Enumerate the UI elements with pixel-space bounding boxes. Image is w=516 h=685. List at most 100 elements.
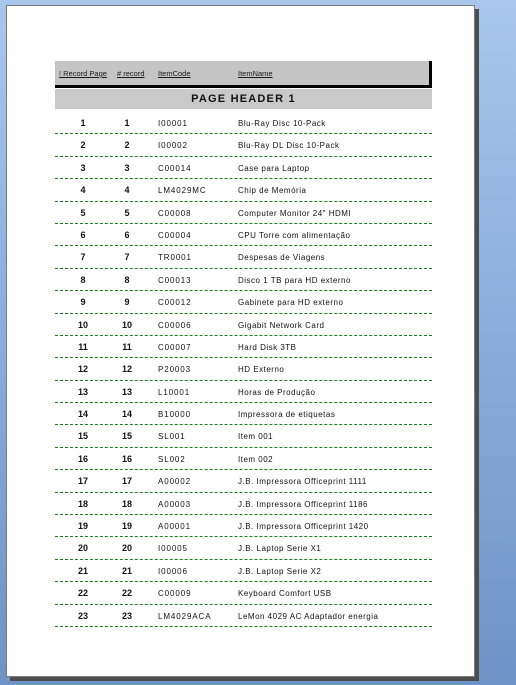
- row-item-name: J.B. Impressora Officeprint 1111: [238, 477, 367, 487]
- row-item-code: A00002: [158, 477, 191, 487]
- row-page-number: 4: [80, 185, 86, 196]
- row-record-number: 5: [124, 207, 130, 218]
- row-record-number: 19: [121, 521, 132, 532]
- row-page-number: 8: [80, 274, 86, 285]
- row-item-name: HD Externo: [238, 365, 285, 375]
- row-page-number: 18: [77, 498, 88, 509]
- row-item-code: C00007: [158, 342, 192, 352]
- table-row: 7 7 TR0001 Despesas de Viagens: [55, 246, 432, 269]
- table-row: 3 3 C00014 Case para Laptop: [55, 157, 432, 180]
- row-record-number: 21: [121, 565, 132, 576]
- table-row: 23 23 LM4029ACA LeMon 4029 AC Adaptador ene…: [55, 605, 432, 627]
- row-item-name: Impressora de etiquetas: [238, 410, 336, 420]
- table-row: 17 17 A00002 J.B. Impressora Officeprint 11…: [55, 470, 432, 493]
- row-page-number: 15: [77, 431, 88, 442]
- row-item-name: J.B. Laptop Serie X2: [238, 566, 322, 576]
- row-page-number: 20: [77, 543, 88, 554]
- row-page-number: 12: [77, 364, 88, 375]
- row-page-number: 17: [77, 476, 88, 487]
- row-item-code: SL001: [158, 432, 186, 442]
- table-row: 8 8 C00013 Disco 1 TB para HD externo: [55, 269, 432, 292]
- row-record-number: 8: [124, 274, 130, 285]
- row-item-code: B10000: [158, 410, 191, 420]
- row-item-code: I00006: [158, 566, 188, 576]
- row-record-number: 22: [121, 588, 132, 599]
- row-item-name: Computer Monitor 24" HDMI: [238, 208, 352, 218]
- row-item-code: C00008: [158, 208, 192, 218]
- table-row: 5 5 C00008 Computer Monitor 24" HDMI: [55, 202, 432, 224]
- row-item-name: LeMon 4029 AC Adaptador energia: [238, 611, 379, 621]
- row-record-number: 20: [121, 543, 132, 554]
- row-page-number: 16: [77, 453, 88, 464]
- row-record-number: 7: [124, 252, 130, 263]
- row-record-number: 18: [121, 498, 132, 509]
- row-item-code: L10001: [158, 387, 191, 397]
- row-item-code: C00014: [158, 163, 192, 173]
- row-item-name: Hard Disk 3TB: [238, 342, 297, 352]
- row-page-number: 6: [80, 229, 86, 240]
- table-row: 2 2 I00002 Blu-Ray DL Disc 10-Pack: [55, 134, 432, 157]
- row-record-number: 12: [121, 364, 132, 375]
- table-row: 4 4 LM4029MC Chip de Memória: [55, 179, 432, 202]
- row-item-code: C00012: [158, 298, 192, 308]
- row-item-name: Disco 1 TB para HD externo: [238, 275, 351, 285]
- table-row: 20 20 I00005 J.B. Laptop Serie X1: [55, 537, 432, 560]
- row-item-code: C00013: [158, 275, 192, 285]
- table-row: 1 1 I00001 Blu-Ray Disc 10-Pack: [55, 112, 432, 135]
- table-row: 15 15 SL001 Item 001: [55, 425, 432, 448]
- row-record-number: 10: [121, 319, 132, 330]
- table-row: 6 6 C00004 CPU Torre com alimentação: [55, 224, 432, 247]
- row-page-number: 23: [77, 610, 88, 621]
- row-item-name: Item 002: [238, 454, 274, 464]
- table-row: 18 18 A00003 J.B. Impressora Officeprint 11…: [55, 493, 432, 516]
- row-item-name: Chip de Memória: [238, 186, 307, 196]
- row-record-number: 17: [121, 476, 132, 487]
- row-record-number: 6: [124, 229, 130, 240]
- row-item-name: Horas de Produção: [238, 387, 316, 397]
- row-record-number: 23: [121, 610, 132, 621]
- row-item-code: A00001: [158, 522, 191, 532]
- row-item-code: C00004: [158, 230, 192, 240]
- row-item-code: I00001: [158, 119, 188, 128]
- row-page-number: 1: [80, 118, 86, 128]
- table-row: 19 19 A00001 J.B. Impressora Officeprint 14…: [55, 515, 432, 538]
- table-row: 16 16 SL002 Item 002: [55, 448, 432, 471]
- row-item-code: LM4029MC: [158, 186, 207, 196]
- row-page-number: 10: [77, 319, 88, 330]
- row-item-code: LM4029ACA: [158, 611, 212, 621]
- column-item-code: ItemCode: [158, 69, 191, 78]
- row-item-code: TR0001: [158, 253, 192, 263]
- row-record-number: 4: [124, 185, 130, 196]
- row-record-number: 1: [124, 118, 130, 128]
- row-record-number: 16: [121, 453, 132, 464]
- row-page-number: 9: [80, 297, 86, 308]
- row-page-number: 3: [80, 162, 86, 173]
- row-item-name: Gabinete para HD externo: [238, 298, 344, 308]
- table-row: 13 13 L10001 Horas de Produção: [55, 381, 432, 404]
- row-item-name: Case para Laptop: [238, 163, 310, 173]
- row-record-number: 15: [121, 431, 132, 442]
- table-row: 10 10 C00006 Gigabit Network Card: [55, 314, 432, 336]
- row-item-code: C00009: [158, 589, 192, 599]
- row-page-number: 5: [80, 207, 86, 218]
- row-item-name: J.B. Impressora Officeprint 1420: [238, 522, 369, 532]
- row-record-number: 2: [124, 140, 130, 151]
- column-record-page: ! Record Page: [59, 69, 107, 78]
- column-header-band: ! Record Page # record ItemCode ItemName: [55, 61, 432, 88]
- row-item-code: SL002: [158, 454, 186, 464]
- table-row: 12 12 P20003 HD Externo: [55, 358, 432, 381]
- table-row: 21 21 I00006 J.B. Laptop Serie X2: [55, 560, 432, 583]
- table-row: 9 9 C00012 Gabinete para HD externo: [55, 291, 432, 314]
- column-item-name: ItemName: [238, 69, 273, 78]
- row-item-name: Gigabit Network Card: [238, 320, 325, 330]
- row-item-code: C00006: [158, 320, 192, 330]
- page-header-band: PAGE HEADER 1: [55, 89, 432, 109]
- table-row: 14 14 B10000 Impressora de etiquetas: [55, 403, 432, 426]
- row-record-number: 13: [121, 386, 132, 397]
- row-item-name: CPU Torre com alimentação: [238, 230, 351, 240]
- row-page-number: 11: [78, 341, 88, 352]
- row-item-name: Despesas de Viagens: [238, 253, 326, 263]
- row-page-number: 14: [77, 409, 88, 420]
- row-page-number: 21: [77, 565, 88, 576]
- row-item-code: A00003: [158, 499, 191, 509]
